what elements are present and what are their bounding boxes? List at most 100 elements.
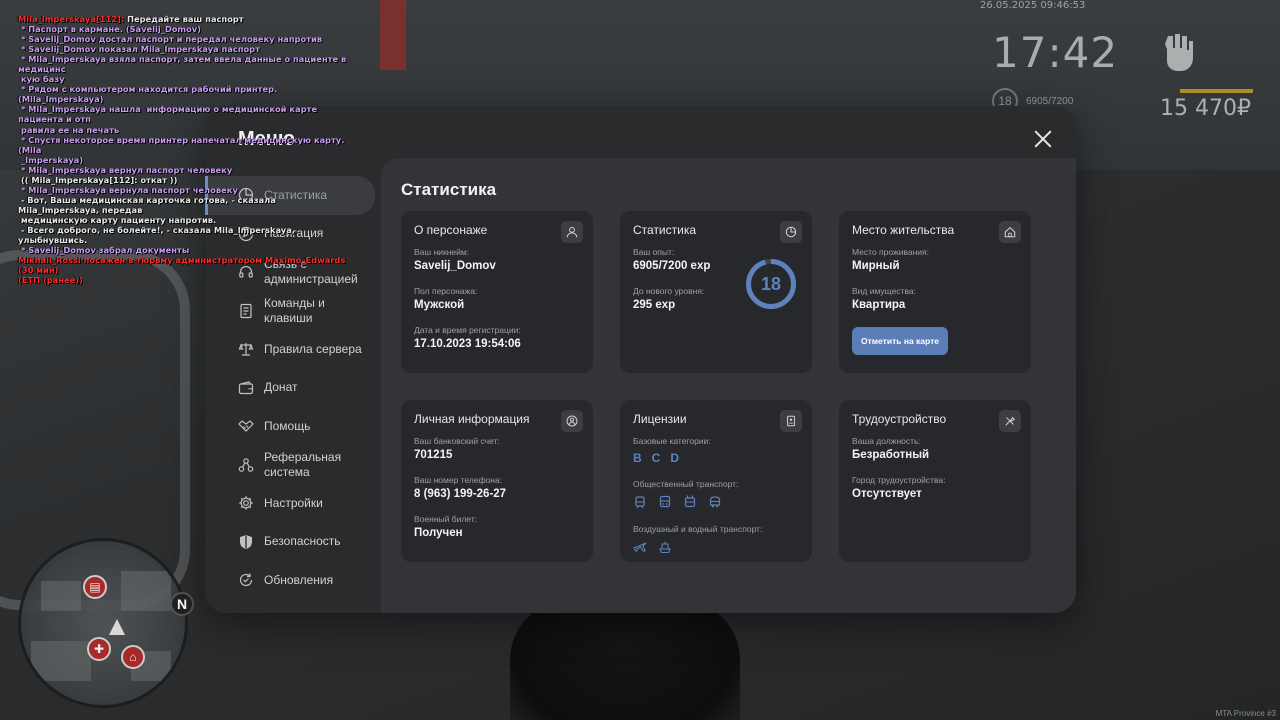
hospital-map-icon: ✚ bbox=[87, 637, 111, 661]
level-progress-ring: 18 bbox=[744, 257, 798, 311]
chat-line: * Рядом с компьютером находится рабочий … bbox=[18, 84, 281, 105]
map-block bbox=[41, 581, 81, 611]
job-city-label: Город трудоустройства: bbox=[852, 475, 946, 485]
gender-value: Мужской bbox=[414, 299, 465, 311]
chat-line: * Savelij_Domov показал Mila_Imperskaya … bbox=[18, 44, 260, 55]
chat-line: - Вот, Ваша медицинская карточка готова,… bbox=[18, 194, 279, 215]
sidebar-item-label: Помощь bbox=[264, 418, 311, 433]
chat-line: кую базу bbox=[18, 74, 65, 85]
hud-money: 15 470₽ bbox=[1160, 96, 1251, 121]
chat-sender: Mila_Imperskaya[112]: bbox=[18, 14, 125, 24]
map-block bbox=[31, 641, 91, 681]
handshake-icon bbox=[238, 418, 254, 434]
minimap: ▤ ✚ ⌂ bbox=[18, 538, 188, 708]
content-title: Статистика bbox=[401, 180, 497, 199]
card-title: О персонаже bbox=[414, 223, 488, 237]
mark-on-map-button[interactable]: Отметить на карте bbox=[852, 327, 948, 355]
chat-line: * Mila_Imperskaya нашла информацию о мед… bbox=[18, 104, 320, 125]
scales-icon bbox=[238, 341, 254, 357]
card-character: О персонаже Ваш никнейм: Savelij_Domov П… bbox=[401, 211, 593, 373]
chat-line: _Imperskaya) bbox=[18, 154, 84, 165]
building-map-icon: ⌂ bbox=[121, 645, 145, 669]
military-id-value: Получен bbox=[414, 527, 463, 539]
north-indicator: N bbox=[170, 592, 194, 616]
phone-label: Ваш номер телефона: bbox=[414, 475, 503, 485]
sidebar-item-scales[interactable]: Правила сервера bbox=[205, 330, 381, 369]
license-category-b: B bbox=[633, 451, 642, 465]
card-personal-info: Личная информация Ваш банковский счет: 7… bbox=[401, 400, 593, 562]
airplane-icon bbox=[633, 540, 648, 555]
sidebar-item-shield[interactable]: Безопасность bbox=[205, 523, 381, 562]
chat-line: * Mila_Imperskaya взяла паспорт, затем в… bbox=[18, 54, 350, 75]
nickname-value: Savelij_Domov bbox=[414, 260, 496, 272]
chat-line: (ЕТП (ранее)) bbox=[18, 275, 83, 286]
chat-line: * Savelij_Domov забрал документы bbox=[18, 245, 190, 256]
chat-line: Mikhail_Rossi посажен в тюрьму администр… bbox=[18, 255, 349, 276]
residence-place-label: Место проживания: bbox=[852, 247, 929, 257]
chat-line: * Mila_Imperskaya вернула паспорт челове… bbox=[18, 184, 238, 195]
sidebar-item-label: Команды и клавиши bbox=[264, 295, 325, 325]
user-icon bbox=[561, 221, 583, 243]
public-transport-icons bbox=[633, 495, 799, 510]
hud-money-bar bbox=[1180, 89, 1253, 93]
registration-value: 17.10.2023 19:54:06 bbox=[414, 338, 521, 350]
license-category-d: D bbox=[670, 451, 680, 465]
license-categories: B C D bbox=[633, 451, 799, 465]
refresh-icon bbox=[238, 572, 254, 588]
player-character bbox=[510, 600, 740, 720]
chat-line: * Спустя некоторое время принтер напечат… bbox=[18, 134, 348, 155]
watermark: MTA Province #3 bbox=[1215, 709, 1276, 718]
chat-line: Mila_Imperskaya[112]: Передайте ваш пасп… bbox=[18, 14, 348, 24]
referral-icon bbox=[238, 457, 254, 473]
close-button[interactable] bbox=[1030, 126, 1056, 152]
fist-icon bbox=[1160, 32, 1196, 74]
property-type-label: Вид имущества: bbox=[852, 286, 916, 296]
tools-icon bbox=[999, 410, 1021, 432]
content-panel: Статистика О персонаже Ваш никнейм: Save… bbox=[381, 158, 1076, 613]
card-residence: Место жительства Место проживания: Мирны… bbox=[839, 211, 1031, 373]
minibus-icon bbox=[708, 495, 723, 510]
bank-map-icon: ▤ bbox=[83, 575, 107, 599]
chat-text: Передайте ваш паспорт bbox=[124, 14, 244, 24]
boat-icon bbox=[658, 540, 673, 555]
sidebar-item-label: Настройки bbox=[264, 495, 323, 510]
base-categories-label: Базовые категории: bbox=[633, 436, 711, 446]
sidebar-item-label: Безопасность bbox=[264, 534, 341, 549]
property-type-value: Квартира bbox=[852, 299, 906, 311]
chat-line: медицинскую карту пациенту напротив. bbox=[18, 214, 217, 225]
license-card-icon bbox=[780, 410, 802, 432]
job-position-value: Безработный bbox=[852, 449, 930, 461]
sidebar-item-referral[interactable]: Реферальная система bbox=[205, 446, 381, 485]
sidebar-item-gear[interactable]: Настройки bbox=[205, 484, 381, 523]
sidebar-item-handshake[interactable]: Помощь bbox=[205, 407, 381, 446]
card-licenses: Лицензии Базовые категории: B C D Общест… bbox=[620, 400, 812, 562]
license-category-c: C bbox=[651, 451, 661, 465]
bus-icon bbox=[658, 495, 673, 510]
red-pillar bbox=[380, 0, 406, 70]
gear-icon bbox=[238, 495, 254, 511]
document-icon bbox=[238, 303, 254, 319]
level-number: 18 bbox=[760, 273, 782, 294]
public-transport-label: Общественный транспорт: bbox=[633, 479, 739, 489]
job-position-label: Ваша должность: bbox=[852, 436, 921, 446]
sidebar-item-wallet[interactable]: Донат bbox=[205, 369, 381, 408]
air-water-transport-label: Воздушный и водный транспорт: bbox=[633, 524, 763, 534]
hud-datetime: 26.05.2025 09:46:53 bbox=[980, 0, 1086, 11]
chat-line: (( Mila_Imperskaya[112]: откат )) bbox=[18, 174, 178, 185]
chat-line: * Savelij_Domov достал паспорт и передал… bbox=[18, 34, 323, 45]
player-arrow-icon bbox=[109, 619, 125, 635]
card-statistics: Статистика Ваш опыт: 6905/7200 exp До но… bbox=[620, 211, 812, 373]
sidebar-item-refresh[interactable]: Обновления bbox=[205, 561, 381, 600]
sidebar-item-document[interactable]: Команды и клавиши bbox=[205, 292, 381, 331]
pie-chart-icon bbox=[780, 221, 802, 243]
user-circle-icon bbox=[561, 410, 583, 432]
card-title: Личная информация bbox=[414, 412, 530, 426]
military-id-label: Военный билет: bbox=[414, 514, 478, 524]
hud-clock: 17:42 bbox=[992, 28, 1119, 77]
shield-icon bbox=[238, 534, 254, 550]
chat-line: равила ее на печать bbox=[18, 124, 120, 135]
nickname-label: Ваш никнейм: bbox=[414, 247, 470, 257]
tram-icon bbox=[633, 495, 648, 510]
sidebar-item-label: Правила сервера bbox=[264, 341, 362, 356]
residence-place-value: Мирный bbox=[852, 260, 900, 272]
